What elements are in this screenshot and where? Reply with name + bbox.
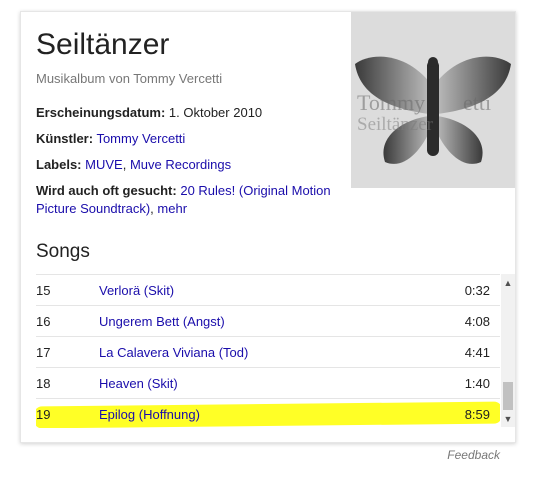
song-number: 16	[36, 314, 51, 329]
feedback-link[interactable]: Feedback	[447, 448, 500, 462]
song-duration: 4:08	[464, 314, 490, 329]
song-row[interactable]: 15 Verlorä (Skit) 0:32	[36, 275, 500, 306]
fact-artist: Künstler: Tommy Vercetti	[36, 130, 336, 148]
knowledge-panel: Seiltänzer Musikalbum von Tommy Vercetti…	[20, 11, 516, 443]
song-row-highlighted[interactable]: 19 Epilog (Hoffnung) 8:59	[36, 399, 500, 428]
scroll-down-arrow-icon[interactable]: ▼	[501, 412, 515, 426]
song-row[interactable]: 17 La Calavera Viviana (Tod) 4:41	[36, 337, 500, 368]
song-title-link[interactable]: Ungerem Bett (Angst)	[99, 314, 225, 329]
label-link-muve-recordings[interactable]: Muve Recordings	[130, 157, 231, 172]
fact-release-value: 1. Oktober 2010	[168, 105, 263, 120]
song-number: 19	[36, 407, 51, 422]
song-title-link[interactable]: Verlorä (Skit)	[99, 283, 174, 298]
songs-list[interactable]: 15 Verlorä (Skit) 0:32 16 Ungerem Bett (…	[36, 274, 500, 428]
artist-link[interactable]: Tommy Vercetti	[96, 131, 185, 146]
labels-separator: ,	[122, 157, 130, 172]
song-row[interactable]: 18 Heaven (Skit) 1:40	[36, 368, 500, 399]
song-duration: 4:41	[464, 345, 490, 360]
fact-also-searched: Wird auch oft gesucht: 20 Rules! (Origin…	[36, 182, 336, 218]
album-title: Seiltänzer	[36, 28, 170, 61]
fact-release-label: Erscheinungsdatum:	[36, 105, 166, 120]
scroll-up-arrow-icon[interactable]: ▲	[501, 276, 515, 290]
song-row[interactable]: 16 Ungerem Bett (Angst) 4:08	[36, 306, 500, 337]
label-link-muve[interactable]: MUVE	[85, 157, 123, 172]
fact-labels-label: Labels:	[36, 157, 82, 172]
fact-release-date: Erscheinungsdatum: 1. Oktober 2010	[36, 104, 336, 122]
song-title-link[interactable]: Epilog (Hoffnung)	[99, 407, 200, 422]
butterfly-artwork: Tommy etti Seiltänzer	[351, 12, 515, 188]
song-number: 18	[36, 376, 51, 391]
cover-artist-text: Tommy	[357, 90, 425, 115]
scroll-thumb[interactable]	[503, 382, 513, 410]
songs-heading: Songs	[36, 241, 90, 262]
song-duration: 8:59	[464, 407, 490, 422]
fact-also-searched-label: Wird auch oft gesucht:	[36, 183, 177, 198]
song-number: 17	[36, 345, 51, 360]
song-duration: 1:40	[464, 376, 490, 391]
song-title-link[interactable]: Heaven (Skit)	[99, 376, 178, 391]
song-duration: 0:32	[464, 283, 490, 298]
more-link[interactable]: mehr	[157, 201, 187, 216]
fact-artist-label: Künstler:	[36, 131, 94, 146]
song-number: 15	[36, 283, 51, 298]
album-facts: Erscheinungsdatum: 1. Oktober 2010 Künst…	[36, 104, 336, 226]
song-title-link[interactable]: La Calavera Viviana (Tod)	[99, 345, 248, 360]
cover-title-text: Seiltänzer	[357, 114, 434, 135]
cover-artist-text-2: etti	[463, 90, 491, 115]
album-cover-image[interactable]: Tommy etti Seiltänzer	[351, 12, 515, 188]
album-subtitle: Musikalbum von Tommy Vercetti	[36, 71, 223, 86]
fact-labels: Labels: MUVE, Muve Recordings	[36, 156, 336, 174]
songs-scrollbar[interactable]: ▲ ▼	[501, 274, 515, 427]
